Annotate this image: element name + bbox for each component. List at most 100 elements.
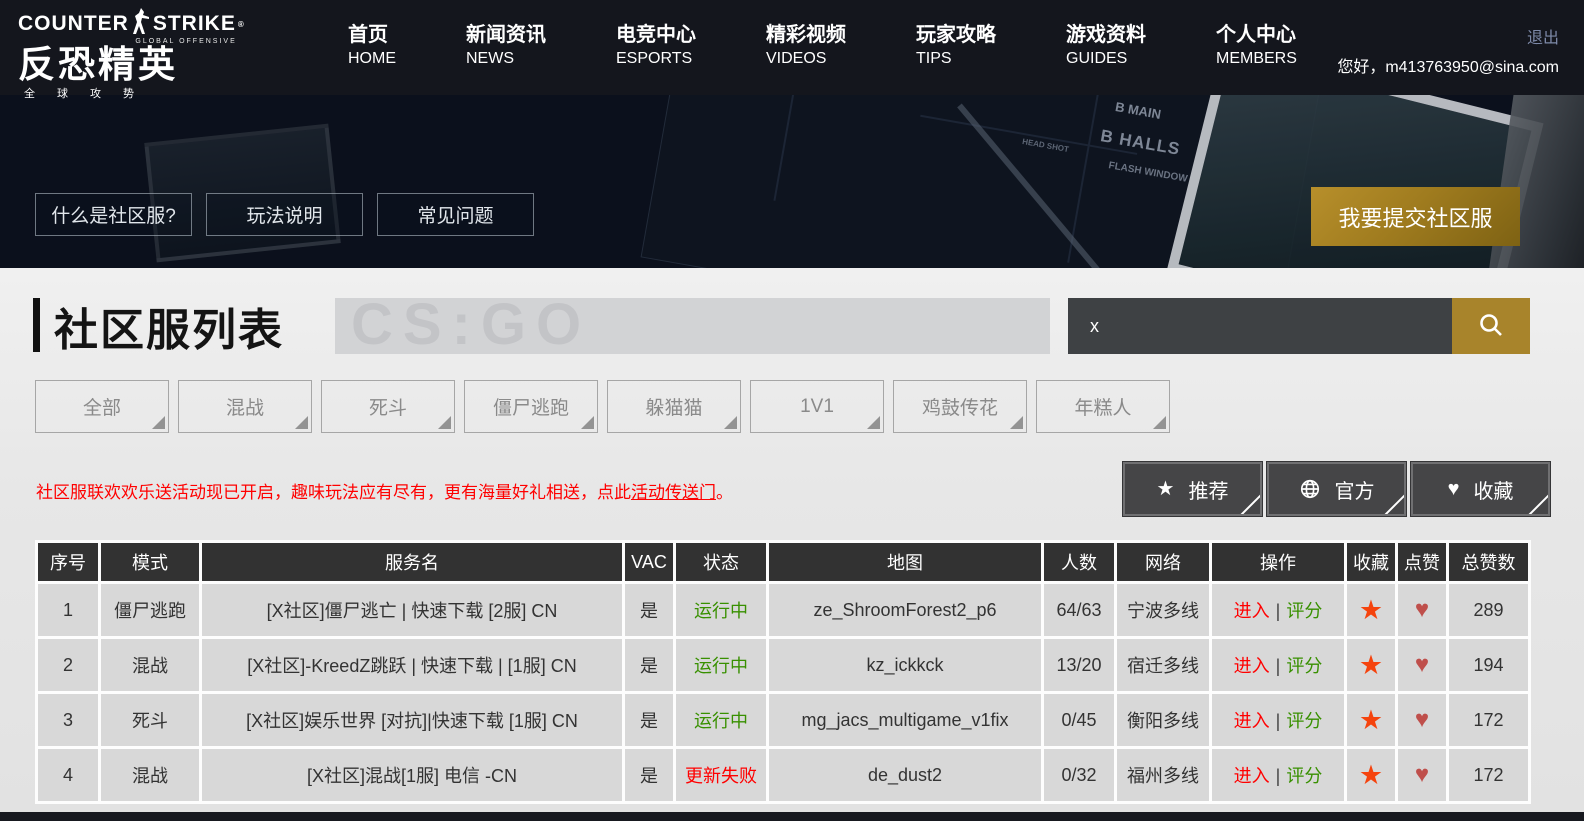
rate-server-link[interactable]: 评分 <box>1286 766 1322 786</box>
filter-tab-label: 躲猫猫 <box>645 398 703 419</box>
nav-label-cn: 玩家攻略 <box>916 24 996 46</box>
globe-icon <box>1299 478 1321 500</box>
column-header: 服务名 <box>202 543 622 581</box>
table-row: 1 僵尸逃跑 [X社区]僵尸逃亡 | 快速下载 [2服] CN 是 运行中 ze_Shro… <box>38 584 1528 636</box>
like-cell: ♥ <box>1398 639 1446 691</box>
csgo-logo[interactable]: COUNTER STRIKE ® GLOBAL OFFENSIVE 反恐精英 全… <box>18 8 245 101</box>
mode-cell: 死斗 <box>101 694 199 746</box>
submit-server-button[interactable]: 我要提交社区服 <box>1311 187 1520 246</box>
corner-fold-icon <box>438 416 451 429</box>
filter-tab-6[interactable]: 鸡鼓传花 <box>893 380 1027 433</box>
corner-fold-icon <box>1010 416 1023 429</box>
search-icon <box>1477 311 1505 342</box>
network-cell: 宿迁多线 <box>1117 639 1209 691</box>
csgo-watermark-text: CS:GO <box>351 298 592 354</box>
action-button-label: 收藏 <box>1473 480 1514 503</box>
total-likes-cell: 289 <box>1449 584 1528 636</box>
network-cell: 福州多线 <box>1117 749 1209 801</box>
title-accent-bar <box>33 298 40 352</box>
recommend-button[interactable]: ★ 推荐 <box>1122 461 1263 517</box>
filter-tab-7[interactable]: 年糕人 <box>1036 380 1170 433</box>
nav-item-guides[interactable]: 游戏资料 GUIDES <box>1066 18 1146 68</box>
hero-button-2[interactable]: 常见问题 <box>377 193 534 236</box>
rate-server-link[interactable]: 评分 <box>1286 601 1322 621</box>
map-cell: mg_jacs_multigame_v1fix <box>769 694 1041 746</box>
filter-tab-5[interactable]: 1V1 <box>750 380 884 433</box>
network-cell: 宁波多线 <box>1117 584 1209 636</box>
csgo-watermark: CS:GO <box>335 298 1050 354</box>
vac-cell: 是 <box>625 639 673 691</box>
nav-item-tips[interactable]: 玩家攻略 TIPS <box>916 18 996 68</box>
favorite-cell: ★ <box>1347 639 1395 691</box>
logo-chinese-subtitle: 全球攻势 <box>24 88 156 100</box>
favorite-star-icon[interactable]: ★ <box>1359 705 1383 735</box>
event-portal-link[interactable]: 活动传送门 <box>631 483 716 502</box>
column-header: 状态 <box>676 543 766 581</box>
total-likes-cell: 172 <box>1449 749 1528 801</box>
nav-label-en: VIDEOS <box>766 50 827 67</box>
server-name-cell: [X社区]僵尸逃亡 | 快速下载 [2服] CN <box>202 584 622 636</box>
like-heart-icon[interactable]: ♥ <box>1415 651 1429 678</box>
filter-tab-3[interactable]: 僵尸逃跑 <box>464 380 598 433</box>
server-name-cell: [X社区]娱乐世界 [对抗]|快速下载 [1服] CN <box>202 694 622 746</box>
soldier-icon <box>132 8 149 40</box>
filter-tab-0[interactable]: 全部 <box>35 380 169 433</box>
action-button-label: 官方 <box>1334 480 1375 503</box>
rate-server-link[interactable]: 评分 <box>1286 711 1322 731</box>
nav-item-news[interactable]: 新闻资讯 NEWS <box>466 18 546 68</box>
operations-divider: | <box>1275 601 1281 621</box>
hero-button-0[interactable]: 什么是社区服? <box>35 193 192 236</box>
status-text: 运行中 <box>694 601 748 621</box>
search-input[interactable] <box>1068 298 1452 354</box>
favorite-star-icon[interactable]: ★ <box>1359 650 1383 680</box>
column-header: 收藏 <box>1347 543 1395 581</box>
filter-tab-1[interactable]: 混战 <box>178 380 312 433</box>
notice-suffix: 。 <box>716 483 733 502</box>
search-bar <box>1068 298 1530 354</box>
players-cell: 64/63 <box>1044 584 1114 636</box>
nav-label-en: TIPS <box>916 50 952 67</box>
action-button-label: 推荐 <box>1188 480 1229 503</box>
enter-server-link[interactable]: 进入 <box>1234 656 1270 676</box>
operations-cell: 进入 | 评分 <box>1212 584 1344 636</box>
rate-server-link[interactable]: 评分 <box>1286 656 1322 676</box>
corner-fold-icon <box>581 416 594 429</box>
status-text: 运行中 <box>694 711 748 731</box>
favorite-star-icon[interactable]: ★ <box>1359 595 1383 625</box>
logo-trademark: ® <box>237 19 245 29</box>
row-number: 1 <box>38 584 98 636</box>
star-icon: ★ <box>1156 478 1175 500</box>
hero-button-1[interactable]: 玩法说明 <box>206 193 363 236</box>
nav-item-members[interactable]: 个人中心 MEMBERS <box>1216 18 1297 68</box>
like-heart-icon[interactable]: ♥ <box>1415 706 1429 733</box>
total-likes-cell: 172 <box>1449 694 1528 746</box>
official-button[interactable]: 官方 <box>1266 461 1407 517</box>
corner-fold-icon <box>1153 416 1166 429</box>
mode-filter-tabs: 全部 混战 死斗 僵尸逃跑 躲猫猫 1V1 鸡鼓传花 年糕人 <box>35 380 1170 433</box>
nav-item-home[interactable]: 首页 HOME <box>348 18 396 68</box>
favorite-star-icon[interactable]: ★ <box>1359 760 1383 790</box>
logo-chinese-title: 反恐精英 <box>18 44 178 85</box>
nav-label-en: GUIDES <box>1066 50 1128 67</box>
status-text: 运行中 <box>694 656 748 676</box>
filter-tab-4[interactable]: 躲猫猫 <box>607 380 741 433</box>
like-heart-icon[interactable]: ♥ <box>1415 761 1429 788</box>
enter-server-link[interactable]: 进入 <box>1234 601 1270 621</box>
search-button[interactable] <box>1452 298 1530 354</box>
filter-tab-label: 死斗 <box>368 398 407 419</box>
like-heart-icon[interactable]: ♥ <box>1415 596 1429 623</box>
filter-tab-2[interactable]: 死斗 <box>321 380 455 433</box>
nav-item-videos[interactable]: 精彩视频 VIDEOS <box>766 18 846 68</box>
nav-item-esports[interactable]: 电竞中心 ESPORTS <box>616 18 696 68</box>
nav-label-cn: 精彩视频 <box>766 24 846 46</box>
mode-cell: 混战 <box>101 749 199 801</box>
favorites-button[interactable]: ♥ 收藏 <box>1410 461 1551 517</box>
like-cell: ♥ <box>1398 694 1446 746</box>
enter-server-link[interactable]: 进入 <box>1234 766 1270 786</box>
map-cell: de_dust2 <box>769 749 1041 801</box>
server-list-section: 社区服列表 CS:GO 全部混战死斗僵尸逃跑躲猫猫1V1鸡鼓传花年糕人 社区服联… <box>0 268 1584 821</box>
logout-link[interactable]: 退出 <box>1337 24 1559 48</box>
nav-label-en: NEWS <box>466 50 514 67</box>
mode-cell: 混战 <box>101 639 199 691</box>
enter-server-link[interactable]: 进入 <box>1234 711 1270 731</box>
